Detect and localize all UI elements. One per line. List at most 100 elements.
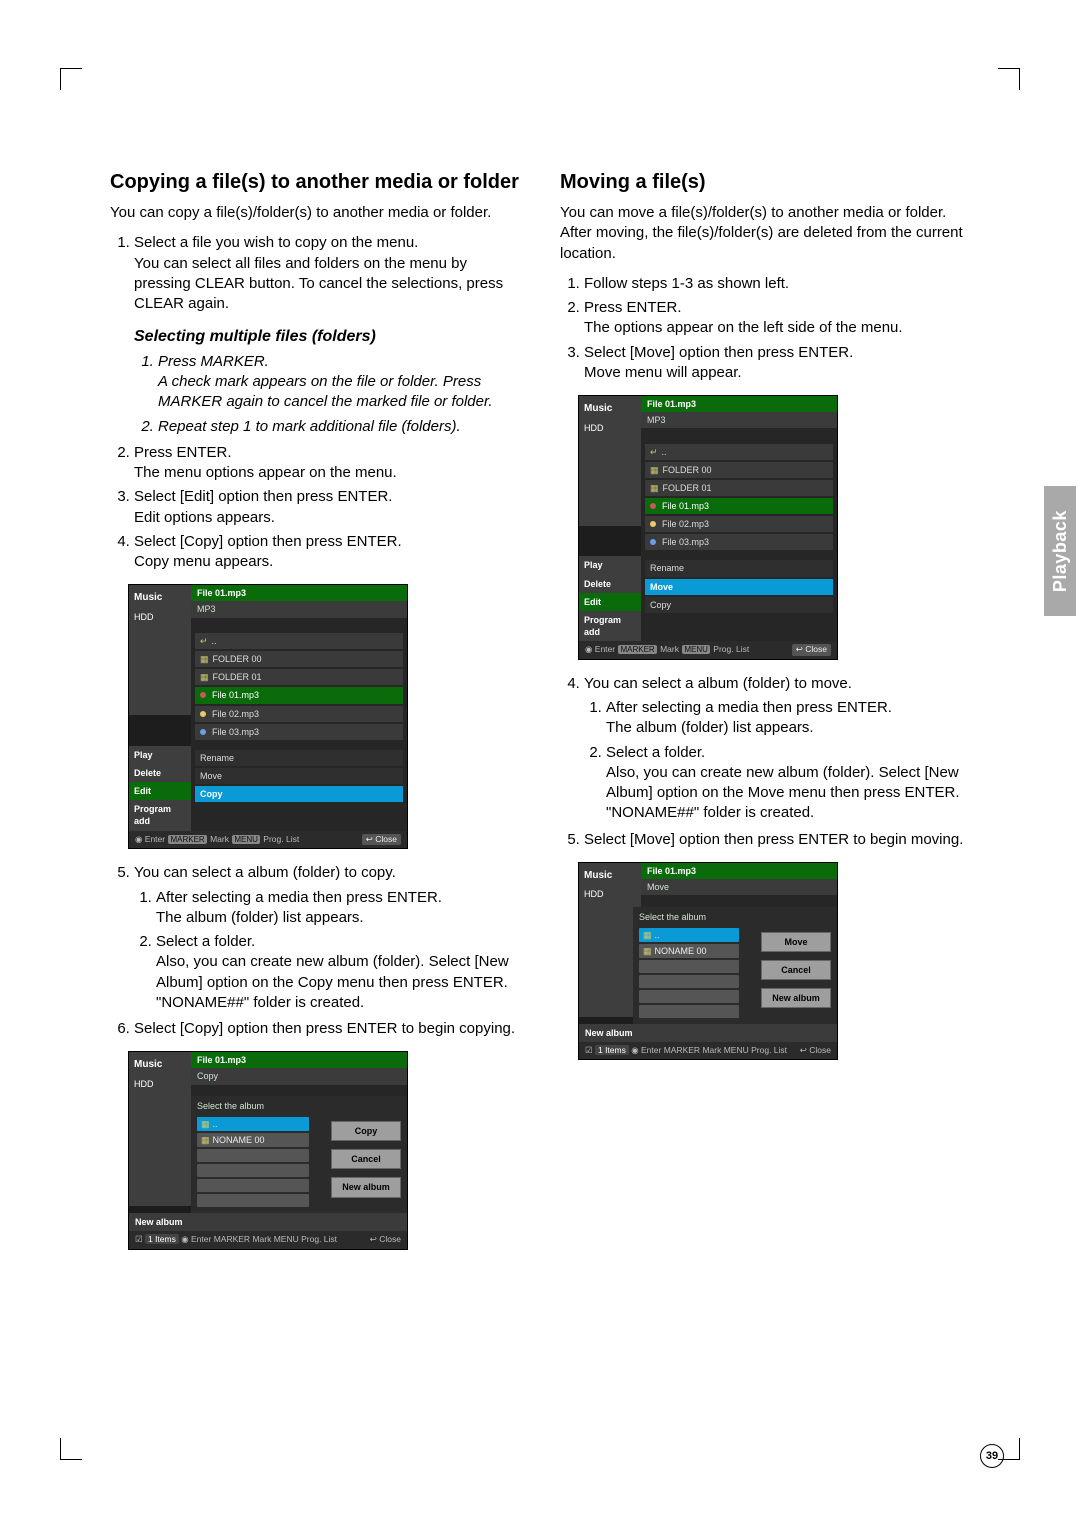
- shot-music-label: Music: [129, 585, 191, 611]
- list-item: After selecting a media then press ENTER…: [156, 888, 520, 929]
- heading-copy: Copying a file(s) to another media or fo…: [110, 170, 520, 195]
- text: File 02.mp3: [212, 708, 259, 720]
- list-item: Select [Copy] option then press ENTER to…: [134, 1019, 520, 1039]
- text: Select a folder.: [606, 744, 705, 761]
- shot-album-empty: [197, 1164, 309, 1177]
- list-item: Select [Edit] option then press ENTER. E…: [134, 487, 520, 528]
- copy-steps-continued: You can select a album (folder) to copy.…: [110, 863, 520, 1039]
- text: Press ENTER.: [134, 444, 232, 461]
- shot-album-empty: [197, 1194, 309, 1207]
- shot-album-noname: NONAME 00: [639, 944, 739, 958]
- shot-filetype: MP3: [641, 412, 837, 428]
- shot-album-up: ..: [197, 1117, 309, 1131]
- text: You can select all files and folders on …: [134, 255, 503, 313]
- shot-option-programadd: Program add: [579, 611, 641, 641]
- shot-edit-rename: Rename: [645, 560, 833, 576]
- list-item: Press ENTER. The options appear on the l…: [584, 298, 970, 339]
- list-item: Select a folder. Also, you can create ne…: [606, 743, 970, 824]
- shot-footer: ◉ Enter MARKER Mark MENU Prog. List ↩ Cl…: [579, 641, 837, 659]
- text: The menu options appear on the menu.: [134, 464, 397, 481]
- text: The options appear on the left side of t…: [584, 319, 903, 336]
- shot-row-up: ..: [195, 633, 403, 649]
- page-number-value: 39: [986, 1449, 998, 1464]
- shot-edit-move: Move: [645, 579, 833, 595]
- list-item: You can select a album (folder) to copy.…: [134, 863, 520, 1013]
- manual-page: Playback 39 Copying a file(s) to another…: [0, 0, 1080, 1528]
- list-item: Select a file you wish to copy on the me…: [134, 233, 520, 437]
- shot-row-file: File 03.mp3: [195, 724, 403, 740]
- shot-mode-copy: Copy: [191, 1068, 407, 1084]
- shot-current-file: File 01.mp3: [641, 396, 837, 412]
- shot-album-noname: NONAME 00: [197, 1133, 309, 1147]
- shot-items-bar: ☑ 1 Items ◉ Enter MARKER Mark MENU Prog.…: [579, 1042, 837, 1059]
- text: Select [Move] option then press ENTER.: [584, 344, 853, 361]
- shot-option-play: Play: [579, 556, 641, 574]
- shot-current-file: File 01.mp3: [641, 863, 837, 879]
- shot-album-empty: [639, 990, 739, 1003]
- shot-option-programadd: Program add: [129, 800, 191, 830]
- shot-music-label: Music: [579, 863, 641, 889]
- shot-move-button: Move: [761, 932, 831, 952]
- text: Select a file you wish to copy on the me…: [134, 234, 418, 251]
- substeps: After selecting a media then press ENTER…: [134, 888, 520, 1014]
- shot-copy-button: Copy: [331, 1121, 401, 1141]
- shot-album-empty: [639, 1005, 739, 1018]
- shot-hdd-label: HDD: [129, 1078, 191, 1096]
- substeps: After selecting a media then press ENTER…: [584, 698, 970, 824]
- text: "NONAME##" folder is created.: [156, 994, 364, 1011]
- shot-items-bar: ☑ 1 Items ◉ Enter MARKER Mark MENU Prog.…: [129, 1231, 407, 1248]
- text: Also, you can create new album (folder).…: [606, 764, 960, 801]
- shot-select-album-label: Select the album: [197, 1100, 401, 1112]
- shot-option-edit: Edit: [129, 782, 191, 800]
- shot-row-file: File 02.mp3: [645, 516, 833, 532]
- shot-option-delete: Delete: [579, 575, 641, 593]
- text: Select [Copy] option then press ENTER.: [134, 533, 402, 550]
- list-item: Repeat step 1 to mark additional file (f…: [158, 417, 520, 437]
- paragraph: You can copy a file(s)/folder(s) to anot…: [110, 203, 520, 223]
- copy-steps: Select a file you wish to copy on the me…: [110, 233, 520, 572]
- text: Press ENTER.: [584, 299, 682, 316]
- shot-option-delete: Delete: [129, 764, 191, 782]
- text: A check mark appears on the file or fold…: [158, 373, 493, 410]
- shot-newalbum-bar: New album: [129, 1213, 407, 1231]
- text: The album (folder) list appears.: [156, 909, 364, 926]
- text: File 02.mp3: [662, 518, 709, 530]
- shot-row-folder: FOLDER 00: [645, 462, 833, 478]
- subheading-select-multiple: Selecting multiple files (folders): [134, 326, 520, 348]
- crop-mark: [60, 1438, 82, 1460]
- shot-row-file: File 02.mp3: [195, 706, 403, 722]
- screenshot-copy-picker: Music HDD File 01.mp3 Copy Select the al…: [128, 1051, 408, 1249]
- shot-option-play: Play: [129, 746, 191, 764]
- page-number: 39: [980, 1444, 1004, 1468]
- shot-cancel-button: Cancel: [761, 960, 831, 980]
- shot-row-folder: FOLDER 00: [195, 651, 403, 667]
- shot-album-empty: [639, 975, 739, 988]
- screenshot-move-options: Music HDD File 01.mp3 MP3 .. FOLDER 00 F…: [578, 395, 838, 660]
- crop-mark: [60, 68, 82, 90]
- text: After selecting a media then press ENTER…: [156, 889, 442, 906]
- shot-current-file: File 01.mp3: [191, 1052, 407, 1068]
- list-item: You can select a album (folder) to move.…: [584, 674, 970, 824]
- shot-edit-copy: Copy: [195, 786, 403, 802]
- shot-filetype: MP3: [191, 601, 407, 617]
- shot-album-empty: [197, 1179, 309, 1192]
- shot-hdd-label: HDD: [579, 422, 641, 440]
- list-item: After selecting a media then press ENTER…: [606, 698, 970, 739]
- section-tab: Playback: [1044, 486, 1076, 616]
- text: Press MARKER.: [158, 353, 269, 370]
- list-item: Select a folder. Also, you can create ne…: [156, 932, 520, 1013]
- shot-edit-move: Move: [195, 768, 403, 784]
- shot-edit-rename: Rename: [195, 750, 403, 766]
- list-item: Press ENTER. The menu options appear on …: [134, 443, 520, 484]
- paragraph: You can move a file(s)/folder(s) to anot…: [560, 203, 970, 264]
- text: Edit options appears.: [134, 509, 275, 526]
- left-column: Copying a file(s) to another media or fo…: [110, 170, 520, 1264]
- shot-row-file-selected: File 01.mp3: [195, 687, 403, 703]
- text: File 01.mp3: [212, 689, 259, 701]
- list-item: Select [Move] option then press ENTER to…: [584, 830, 970, 850]
- text: Move menu will appear.: [584, 364, 742, 381]
- move-steps-continued: You can select a album (folder) to move.…: [560, 674, 970, 850]
- text: Copy menu appears.: [134, 553, 273, 570]
- text: After selecting a media then press ENTER…: [606, 699, 892, 716]
- text: File 01.mp3: [662, 500, 709, 512]
